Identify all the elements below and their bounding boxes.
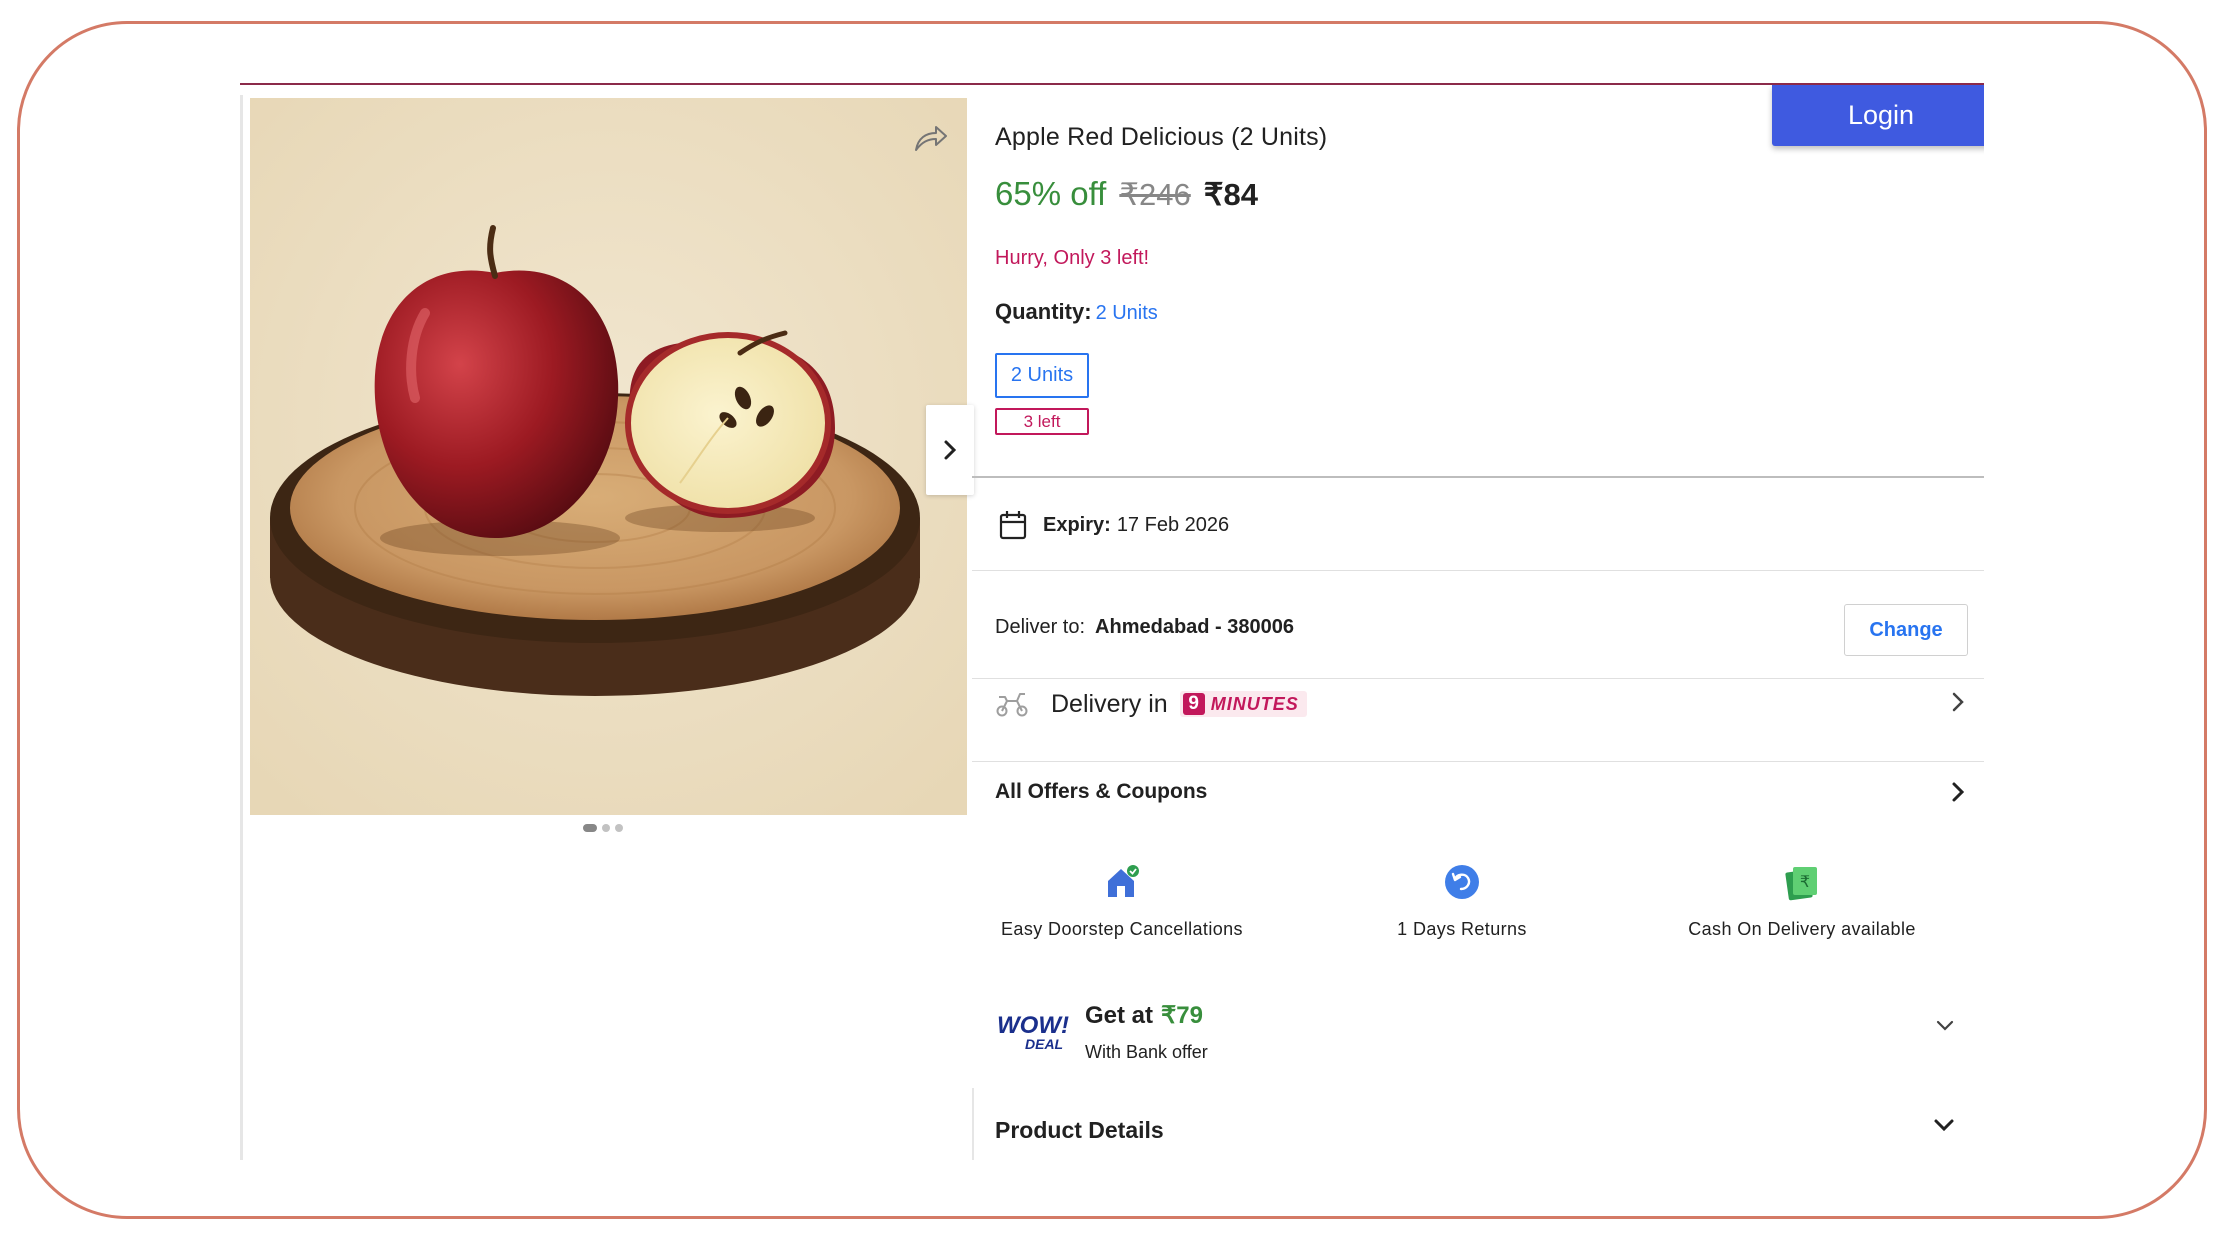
product-page: Login Apple Red Delicious (2 Units) 65% … (240, 83, 1984, 1160)
offers-coupons-row[interactable]: All Offers & Coupons (995, 772, 1965, 812)
quantity-row: Quantity: 2 Units (995, 299, 1158, 325)
discount-percent: 65% off (995, 175, 1107, 212)
chevron-right-icon (944, 440, 957, 460)
scooter-icon (996, 693, 1028, 717)
wow-deal-text: Get at ₹79 With Bank offer (1085, 1001, 1208, 1063)
deliver-to: Deliver to: Ahmedabad - 380006 (995, 616, 1294, 639)
price-row: 65% off ₹246 ₹84 (995, 175, 1258, 213)
divider (972, 570, 1984, 571)
wow-deal-logo: WOW! DEAL (997, 1012, 1069, 1052)
unit-stock-badge: 3 left (995, 408, 1089, 435)
feature-label: 1 Days Returns (1397, 919, 1527, 939)
unit-option-chip[interactable]: 2 Units (995, 353, 1089, 398)
delivery-in-label: Delivery in (1051, 689, 1168, 718)
get-at-label: Get at (1085, 1002, 1154, 1029)
divider (972, 761, 1984, 762)
minutes-badge: 9 MINUTES (1179, 691, 1307, 717)
details-divider (972, 1088, 974, 1160)
stock-alert: Hurry, Only 3 left! (995, 247, 1150, 269)
product-details-label: Product Details (995, 1116, 1164, 1143)
original-price: ₹246 (1119, 177, 1191, 212)
gallery-dots (583, 824, 623, 832)
feature-cancellations: Easy Doorstep Cancellations (972, 863, 1272, 940)
cash-icon: ₹ (1785, 867, 1817, 901)
svg-text:₹: ₹ (1800, 872, 1810, 891)
deliver-to-label: Deliver to: (995, 616, 1086, 638)
product-title: Apple Red Delicious (2 Units) (995, 123, 1328, 151)
feature-label: Cash On Delivery available (1688, 919, 1916, 939)
change-location-button[interactable]: Change (1844, 604, 1968, 656)
quantity-value: 2 Units (1095, 302, 1158, 324)
expiry-date: 17 Feb 2026 (1116, 513, 1230, 536)
gallery-dot[interactable] (615, 824, 623, 832)
offers-label: All Offers & Coupons (995, 780, 1208, 803)
login-button[interactable]: Login (1772, 85, 1984, 146)
chevron-down-icon (1934, 1119, 1954, 1132)
chevron-right-icon (1952, 782, 1965, 802)
feature-cod: ₹ Cash On Delivery available (1652, 863, 1952, 940)
left-divider (240, 95, 243, 1160)
bank-offer-subtext: With Bank offer (1085, 1042, 1208, 1062)
expiry-row: Expiry: 17 Feb 2026 (999, 510, 1229, 540)
svg-text:WOW!: WOW! (997, 1012, 1069, 1039)
feature-returns: 1 Days Returns (1312, 863, 1612, 940)
next-image-button[interactable] (926, 405, 974, 495)
gallery-dot[interactable] (583, 824, 597, 832)
deal-amount: ₹79 (1161, 1002, 1203, 1029)
expiry-label: Expiry: (1043, 513, 1111, 536)
svg-text:DEAL: DEAL (1025, 1036, 1063, 1052)
feature-label: Easy Doorstep Cancellations (1001, 919, 1243, 939)
divider (972, 476, 1984, 478)
return-icon (1445, 865, 1479, 899)
chevron-down-icon (1936, 1020, 1954, 1031)
product-details-row[interactable]: Product Details (995, 1110, 1955, 1150)
quantity-label: Quantity: (995, 299, 1092, 324)
calendar-icon (999, 511, 1027, 540)
delivery-time-row[interactable]: Delivery in 9 MINUTES (995, 679, 1965, 729)
delivery-location: Ahmedabad - 380006 (1095, 616, 1295, 638)
wow-deal-row[interactable]: WOW! DEAL Get at ₹79 With Bank offer (995, 993, 1955, 1073)
house-check-icon (1108, 865, 1139, 897)
minutes-word: MINUTES (1210, 693, 1299, 714)
minutes-number: 9 (1182, 693, 1205, 715)
product-info: Login Apple Red Delicious (2 Units) 65% … (972, 85, 1984, 1160)
share-icon[interactable] (910, 118, 950, 158)
gallery-dot[interactable] (602, 824, 610, 832)
apple-illustration (250, 98, 967, 815)
selling-price: ₹84 (1203, 177, 1258, 212)
product-image[interactable] (250, 98, 967, 815)
chevron-right-icon (1952, 692, 1964, 712)
